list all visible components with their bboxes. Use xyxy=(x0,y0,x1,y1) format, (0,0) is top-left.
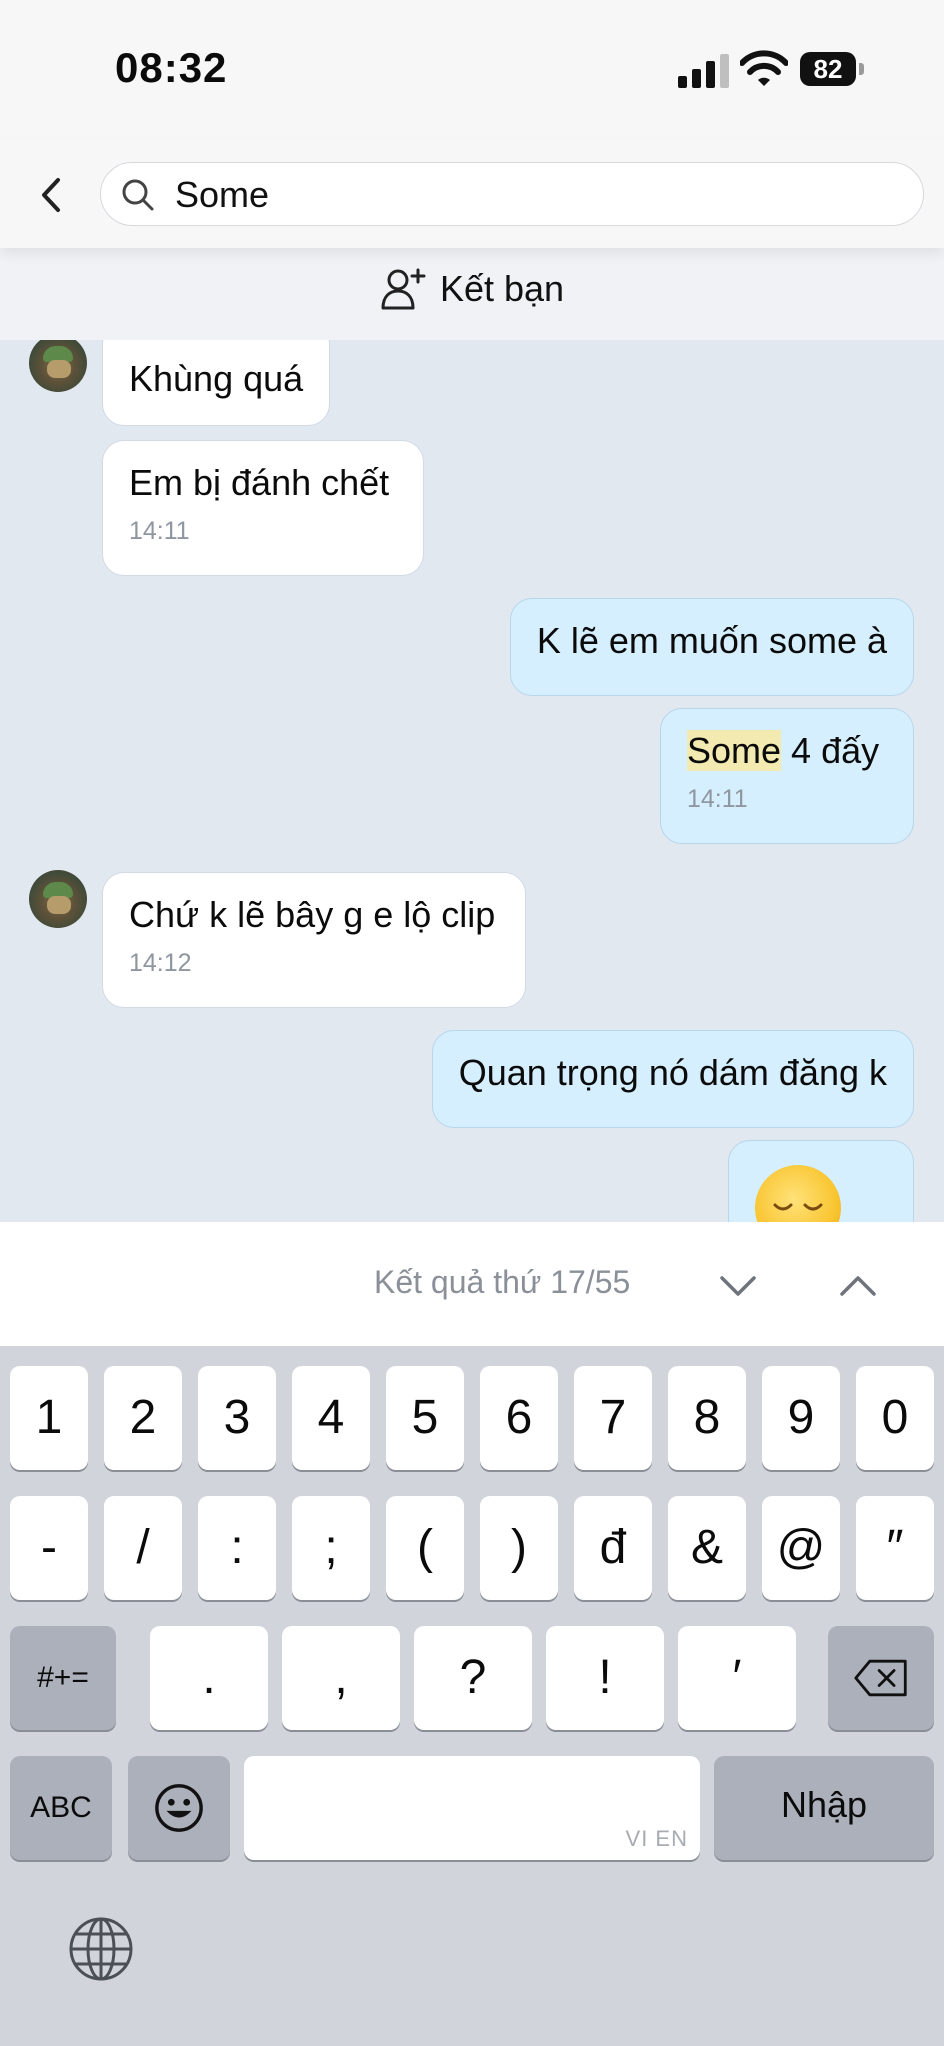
message-bubble[interactable]: Khùng quá xyxy=(102,340,331,426)
backspace-icon xyxy=(854,1659,907,1697)
search-input[interactable] xyxy=(173,169,897,221)
key[interactable]: - xyxy=(10,1496,88,1600)
key[interactable]: 5 xyxy=(386,1366,464,1470)
key[interactable]: 1 xyxy=(10,1366,88,1470)
message-text: Khùng quá xyxy=(129,358,304,399)
add-friend-label: Kết bạn xyxy=(439,268,565,309)
key[interactable]: , xyxy=(282,1626,400,1730)
emoji-keyboard-key[interactable] xyxy=(128,1756,230,1860)
message-bubble[interactable]: Quan trọng nó dám đăng k xyxy=(431,1030,914,1128)
key[interactable]: ) xyxy=(480,1496,558,1600)
symbols-key[interactable]: #+= xyxy=(10,1626,116,1730)
message-time: 14:12 xyxy=(129,949,192,977)
search-result-count: Kết quả thứ 17/55 xyxy=(374,1264,631,1300)
message-text: Chứ k lẽ bây g e lộ clip xyxy=(129,894,496,935)
message-time: 14:11 xyxy=(129,517,190,545)
emoji-icon xyxy=(755,1165,841,1222)
key[interactable]: . xyxy=(150,1626,268,1730)
key[interactable]: 0 xyxy=(856,1366,934,1470)
battery-level: 82 xyxy=(800,52,856,86)
status-time: 08:32 xyxy=(115,44,228,91)
space-bar[interactable]: VI EN xyxy=(244,1756,700,1860)
message-time: 14:11 xyxy=(687,785,748,813)
back-chevron-icon[interactable] xyxy=(30,170,74,220)
status-bar: 08:32 82 xyxy=(0,0,944,140)
up-chevron-icon[interactable] xyxy=(836,1266,880,1306)
key[interactable]: 6 xyxy=(480,1366,558,1470)
key[interactable]: ( xyxy=(386,1496,464,1600)
key[interactable]: : xyxy=(198,1496,276,1600)
contact-avatar[interactable] xyxy=(29,870,87,928)
key[interactable]: / xyxy=(104,1496,182,1600)
key[interactable]: ? xyxy=(414,1626,532,1730)
cellular-signal-icon xyxy=(678,54,729,88)
message-bubble[interactable]: Chứ k lẽ bây g e lộ clip 14:12 xyxy=(102,872,526,1008)
search-box[interactable] xyxy=(100,162,924,226)
message-bubble[interactable]: Em bị đánh chết 14:11 xyxy=(102,440,424,576)
return-key[interactable]: Nhập xyxy=(714,1756,934,1860)
chat-area[interactable]: Khùng quá Em bị đánh chết 14:11 K lẽ em … xyxy=(0,340,944,1222)
key[interactable]: @ xyxy=(762,1496,840,1600)
globe-icon[interactable] xyxy=(68,1916,134,1982)
key[interactable]: ″ xyxy=(856,1496,934,1600)
key[interactable]: ; xyxy=(292,1496,370,1600)
key[interactable]: ′ xyxy=(678,1626,796,1730)
down-chevron-icon[interactable] xyxy=(716,1266,760,1306)
keyboard: 1 2 3 4 5 6 7 8 9 0 - / : ; ( ) đ & @ ″ … xyxy=(0,1346,944,2046)
language-hint: VI EN xyxy=(625,1826,688,1851)
key[interactable]: 2 xyxy=(104,1366,182,1470)
key[interactable]: đ xyxy=(574,1496,652,1600)
key[interactable]: 3 xyxy=(198,1366,276,1470)
message-bubble[interactable]: Some 4 đấy 14:11 xyxy=(660,708,914,844)
key[interactable]: 7 xyxy=(574,1366,652,1470)
message-text: Quan trọng nó dám đăng k xyxy=(458,1052,887,1093)
key[interactable]: ! xyxy=(546,1626,664,1730)
contact-avatar[interactable] xyxy=(29,340,87,392)
abc-key[interactable]: ABC xyxy=(10,1756,112,1860)
add-friend-bar[interactable]: Kết bạn xyxy=(0,248,944,340)
search-header xyxy=(0,140,944,248)
search-result-bar: Kết quả thứ 17/55 xyxy=(0,1222,944,1346)
message-text: 4 đấy xyxy=(781,730,880,771)
battery-indicator: 82 xyxy=(800,52,864,86)
key[interactable]: 4 xyxy=(292,1366,370,1470)
message-text: Em bị đánh chết xyxy=(129,462,390,503)
backspace-key[interactable] xyxy=(828,1626,934,1730)
message-text: K lẽ em muốn some à xyxy=(536,620,887,661)
message-bubble[interactable]: K lẽ em muốn some à xyxy=(509,598,914,696)
key[interactable]: 9 xyxy=(762,1366,840,1470)
emoji-keyboard-icon xyxy=(155,1784,203,1832)
key[interactable]: 8 xyxy=(668,1366,746,1470)
add-friend-icon xyxy=(381,268,426,310)
search-icon xyxy=(122,179,154,211)
wifi-icon xyxy=(740,50,788,86)
search-highlight: Some xyxy=(687,730,782,771)
key[interactable]: & xyxy=(668,1496,746,1600)
message-bubble[interactable] xyxy=(728,1140,914,1222)
